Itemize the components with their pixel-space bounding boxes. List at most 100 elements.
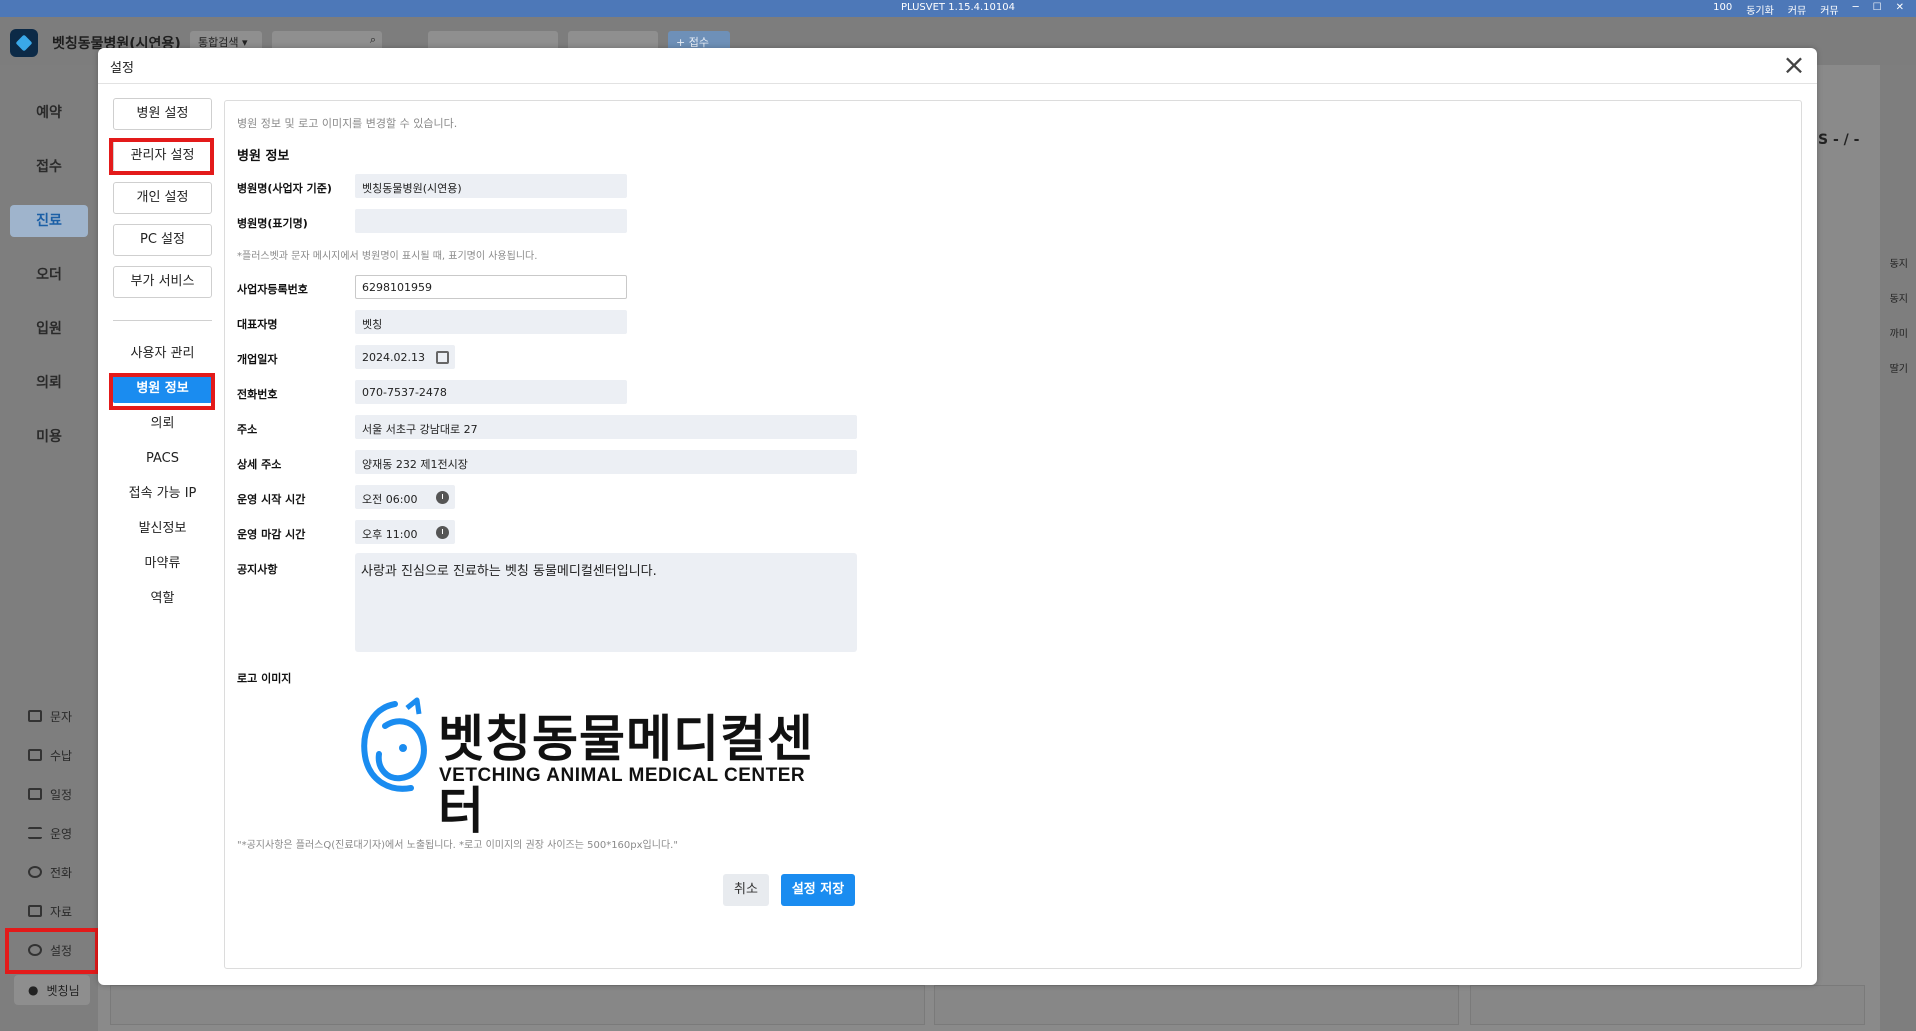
sidebar-item-roles[interactable]: 역할 — [113, 585, 212, 613]
app-version: PLUSVET 1.15.4.10104 — [900, 2, 1015, 13]
sidebar-item-user-management[interactable]: 사용자 관리 — [113, 340, 212, 368]
list-icon — [28, 827, 42, 839]
section-title: 병원 정보 — [237, 149, 290, 164]
personal-settings-button[interactable]: 개인 설정 — [113, 182, 212, 214]
left-nav: 예약 접수 진료 오더 입원 의뢰 미용 문자 수납 일정 운영 전화 자료 설… — [0, 65, 98, 1031]
pc-settings-button[interactable]: PC 설정 — [113, 224, 212, 256]
nav-reservation[interactable]: 예약 — [10, 97, 88, 129]
cancel-button[interactable]: 취소 — [723, 874, 769, 906]
start-time-value: 오전 06:00 — [362, 493, 418, 506]
logo-label: 로고 이미지 — [237, 672, 292, 685]
biz-no-field[interactable]: 6298101959 — [355, 275, 627, 299]
owner-field[interactable]: 벳칭 — [355, 310, 627, 334]
owner-label: 대표자명 — [237, 318, 278, 331]
nav-user[interactable]: ● 벳칭님 — [14, 975, 90, 1005]
sidebar-divider — [113, 320, 212, 321]
nav-referral[interactable]: 의뢰 — [10, 367, 88, 399]
hospital-name-label: 병원명(사업자 기준) — [237, 182, 332, 195]
hospital-info-panel: 병원 정보 및 로고 이미지를 변경할 수 있습니다. 병원 정보 병원명(사업… — [224, 100, 1802, 969]
address-detail-field[interactable]: 양재동 232 제1전시장 — [355, 450, 857, 474]
nav-treatment[interactable]: 진료 — [10, 205, 88, 237]
calendar-icon[interactable] — [436, 351, 449, 364]
bg-panel — [110, 985, 925, 1025]
mic-button[interactable]: 커뮤 — [1788, 2, 1806, 17]
nav-grooming[interactable]: 미용 — [10, 421, 88, 453]
modal-title: 설정 — [110, 61, 134, 76]
notice-label: 공지사항 — [237, 563, 278, 576]
bg-panel — [1470, 985, 1865, 1025]
right-rail: 동지 동지 까미 딸기 — [1880, 65, 1916, 1031]
sidebar-item-sender-info[interactable]: 발신정보 — [113, 515, 212, 543]
end-time-label: 운영 마감 시간 — [237, 528, 306, 541]
biz-no-label: 사업자등록번호 — [237, 283, 308, 296]
open-date-field[interactable]: 2024.02.13 — [355, 345, 455, 369]
end-time-field[interactable]: 오후 11:00 — [355, 520, 455, 544]
open-date-label: 개업일자 — [237, 353, 278, 366]
pet-logo-icon — [361, 697, 427, 792]
nav-operation[interactable]: 운영 — [14, 818, 94, 848]
close-icon[interactable]: × — [1779, 51, 1809, 81]
address-label: 주소 — [237, 423, 258, 436]
calendar-icon — [28, 788, 42, 800]
bg-misc-text: S - / - — [1818, 132, 1860, 148]
logo-image[interactable]: 벳칭동물메디컬센터 VETCHING ANIMAL MEDICAL CENTER — [355, 691, 857, 840]
sidebar-item-narcotics[interactable]: 마약류 — [113, 550, 212, 578]
status-count: 100 — [1713, 2, 1733, 13]
search-icon: ⌕ — [369, 33, 376, 46]
doc-icon — [28, 905, 42, 917]
addon-services-button[interactable]: 부가 서비스 — [113, 266, 212, 298]
start-time-field[interactable]: 오전 06:00 — [355, 485, 455, 509]
maximize-icon[interactable]: ☐ — [1873, 2, 1882, 17]
app-logo-icon — [10, 29, 38, 57]
sync-button[interactable]: 동기화 — [1746, 2, 1774, 17]
save-settings-button[interactable]: 설정 저장 — [781, 874, 855, 906]
hint-text: 병원 정보 및 로고 이미지를 변경할 수 있습니다. — [237, 117, 458, 130]
rail-item[interactable]: 까미 — [1890, 325, 1908, 340]
hospital-settings-button[interactable]: 병원 설정 — [113, 98, 212, 130]
window-close-icon[interactable]: ✕ — [1896, 2, 1904, 17]
highlight-settings — [5, 928, 99, 974]
user-icon: ● — [28, 983, 39, 997]
highlight-hospital-info — [109, 373, 215, 410]
nav-payment[interactable]: 수납 — [14, 740, 94, 770]
card-icon — [28, 749, 42, 761]
clock-icon[interactable] — [436, 491, 449, 504]
clock-icon[interactable] — [436, 526, 449, 539]
display-name-label: 병원명(표기명) — [237, 217, 308, 230]
nav-documents[interactable]: 자료 — [14, 896, 94, 926]
phone-icon — [28, 866, 42, 878]
rail-item[interactable]: 동지 — [1890, 255, 1908, 270]
address-field[interactable]: 서울 서초구 강남대로 27 — [355, 415, 857, 439]
nav-inpatient[interactable]: 입원 — [10, 313, 88, 345]
display-name-note: *플러스벳과 문자 메시지에서 병원명이 표시될 때, 표기명이 사용됩니다. — [237, 251, 538, 262]
footer-note: "*공지사항은 플러스Q(진료대기자)에서 노출됩니다. *로고 이미지의 권장… — [237, 840, 678, 851]
sidebar-item-pacs[interactable]: PACS — [113, 445, 212, 473]
phone-label: 전화번호 — [237, 388, 278, 401]
nav-reception[interactable]: 접수 — [10, 151, 88, 183]
nav-schedule[interactable]: 일정 — [14, 779, 94, 809]
nav-phone[interactable]: 전화 — [14, 857, 94, 887]
nav-message[interactable]: 문자 — [14, 701, 94, 731]
phone-button[interactable]: 커뮤 — [1820, 2, 1838, 17]
sidebar-item-allowed-ip[interactable]: 접속 가능 IP — [113, 480, 212, 508]
rail-item[interactable]: 동지 — [1890, 290, 1908, 305]
settings-modal: 설정 × 병원 설정 관리자 설정 개인 설정 PC 설정 부가 서비스 사용자… — [98, 48, 1817, 985]
logo-subtitle: VETCHING ANIMAL MEDICAL CENTER — [439, 765, 806, 786]
highlight-admin-settings — [109, 138, 214, 175]
phone-field[interactable]: 070-7537-2478 — [355, 380, 627, 404]
start-time-label: 운영 시작 시간 — [237, 493, 306, 506]
mail-icon — [28, 710, 42, 722]
window-titlebar: PLUSVET 1.15.4.10104 100 동기화 커뮤 커뮤 ─ ☐ ✕ — [0, 0, 1916, 17]
sidebar-item-referral[interactable]: 의뢰 — [113, 410, 212, 438]
minimize-icon[interactable]: ─ — [1853, 2, 1859, 17]
nav-order[interactable]: 오더 — [10, 259, 88, 291]
hospital-name-field[interactable]: 벳칭동물병원(시연용) — [355, 174, 627, 198]
notice-textarea[interactable]: 사랑과 진심으로 진료하는 벳칭 동물메디컬센터입니다. — [355, 553, 857, 652]
rail-item[interactable]: 딸기 — [1890, 360, 1908, 375]
address-detail-label: 상세 주소 — [237, 458, 282, 471]
display-name-field[interactable] — [355, 209, 627, 233]
open-date-value: 2024.02.13 — [362, 351, 425, 364]
modal-header: 설정 × — [98, 48, 1817, 84]
end-time-value: 오후 11:00 — [362, 528, 418, 541]
bg-panel — [934, 985, 1459, 1025]
